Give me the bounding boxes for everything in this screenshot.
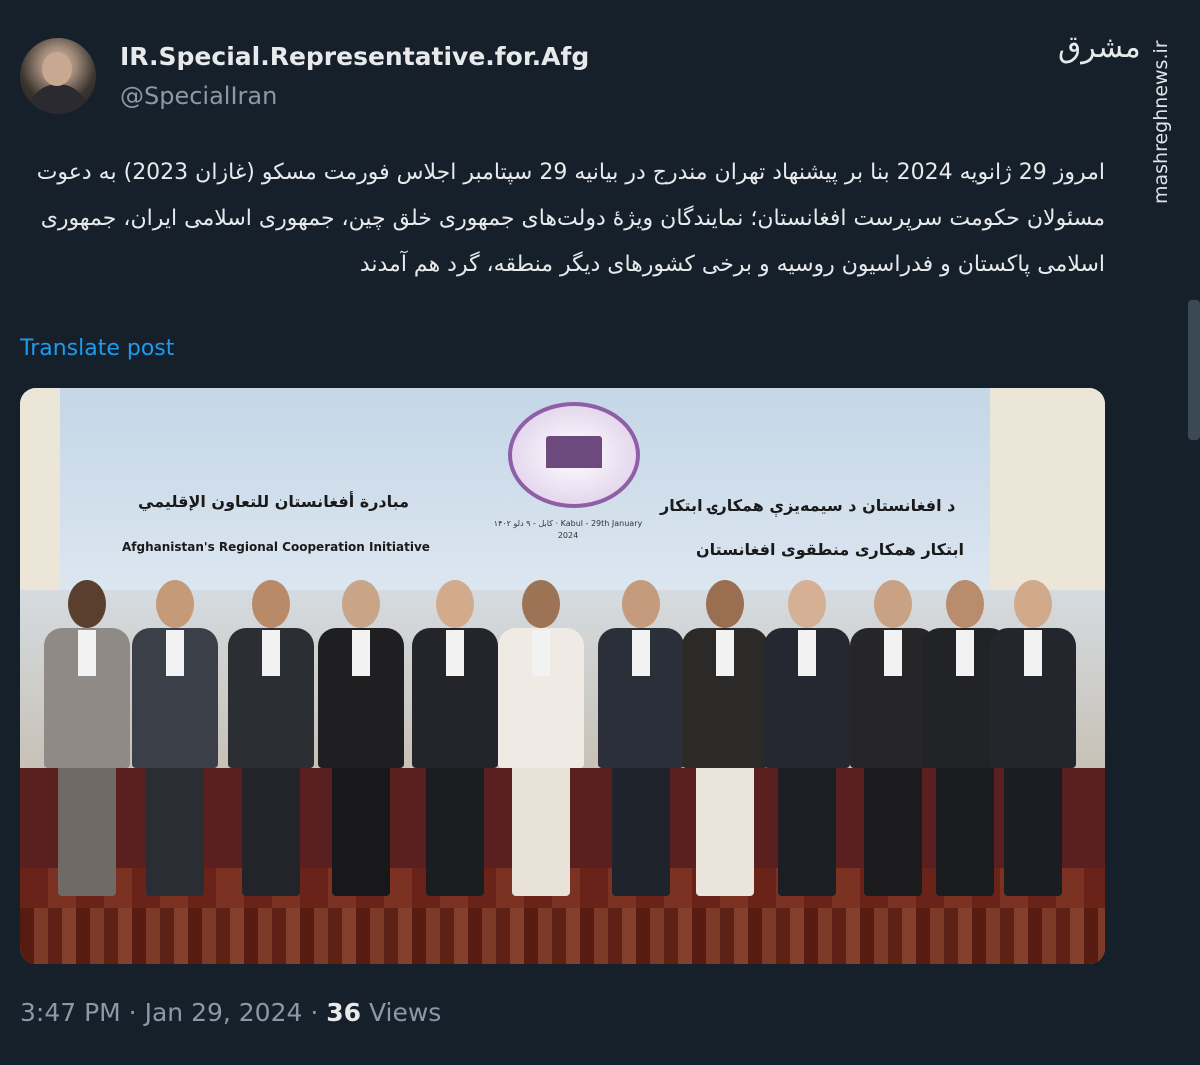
banner-pashto-title: د افغانستان د سیمه‌یزې همکارۍ ابتکار [660,496,956,515]
avatar-face [42,52,72,86]
figure-head [436,580,474,628]
meta-separator: · [120,998,145,1027]
figure-head [68,580,106,628]
delegate-figure [486,576,596,906]
author-display-name[interactable]: IR.Special.Representative.for.Afg [120,42,589,71]
figure-head [156,580,194,628]
author-avatar[interactable] [20,38,96,114]
figure-shirt [352,630,370,676]
avatar-suit [28,84,88,114]
figure-shirt [956,630,974,676]
watermark-url: mashreghnews.ir [1150,40,1172,204]
figure-head [874,580,912,628]
figure-head [706,580,744,628]
banner-date-text: کابل - ۹ دلو ۱۴۰۲ · Kabul - 29th January… [493,519,643,540]
carpet-pattern [20,908,1105,964]
figure-shirt [632,630,650,676]
banner-english-title: Afghanistan's Regional Cooperation Initi… [122,540,430,554]
delegate-figure [120,576,230,906]
translate-post-link[interactable]: Translate post [20,336,174,361]
delegate-figure [978,576,1088,906]
figure-head [1014,580,1052,628]
figure-shirt [716,630,734,676]
figure-shirt [262,630,280,676]
tweet-date[interactable]: Jan 29, 2024 [145,998,303,1027]
tweet-meta: 3:47 PM · Jan 29, 2024 · 36 Views [20,998,441,1027]
emblem-building-icon [546,436,602,468]
meta-separator: · [302,998,327,1027]
banner-dari-title: ابتکار همکاری منطقوی افغانستان [696,540,964,559]
figure-shirt [532,630,550,676]
figure-head [788,580,826,628]
figure-shirt [884,630,902,676]
tweet-text: امروز 29 ژانویه 2024 بنا بر پیشنهاد تهرا… [36,160,1105,277]
ministry-emblem [508,402,640,508]
tweet-time[interactable]: 3:47 PM [20,998,121,1027]
conference-banner: مبادرة أفغانستان للتعاون الإقليمي Afghan… [60,388,990,590]
figure-shirt [166,630,184,676]
tweet-photo[interactable]: مبادرة أفغانستان للتعاون الإقليمي Afghan… [20,388,1105,964]
views-label: Views [361,998,442,1027]
banner-arabic-title: مبادرة أفغانستان للتعاون الإقليمي [138,492,410,511]
figure-shirt [78,630,96,676]
figure-shirt [1024,630,1042,676]
figure-head [342,580,380,628]
watermark-logo: مشرق [1058,30,1141,65]
figure-shirt [446,630,464,676]
scrollbar[interactable] [1188,300,1200,440]
views-count: 36 [326,998,362,1027]
figure-head [622,580,660,628]
figure-head [522,580,560,628]
figure-shirt [798,630,816,676]
figure-head [252,580,290,628]
author-handle[interactable]: @SpecialIran [120,82,277,110]
